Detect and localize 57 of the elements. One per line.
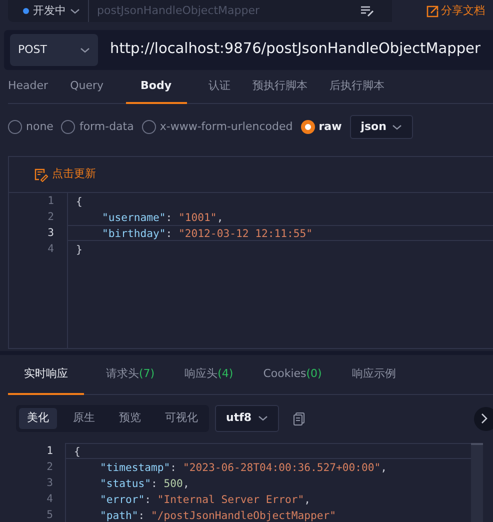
- view-mode-option[interactable]: 可视化: [157, 408, 206, 429]
- chevron-down-icon: [392, 124, 402, 130]
- code-line: {: [75, 195, 84, 209]
- url-field[interactable]: http://localhost:9876/postJsonHandleObjectMapper: [110, 39, 480, 61]
- encoding-select[interactable]: utf8: [215, 405, 279, 432]
- code-line: {: [66, 443, 471, 459]
- update-button[interactable]: 点击更新: [34, 166, 96, 183]
- method-select[interactable]: POST: [10, 34, 98, 66]
- format-select[interactable]: json: [350, 115, 414, 139]
- line-number: 4: [46, 242, 54, 257]
- code-line: "timestamp": "2023-06-28T04:00:36.527+00:00",: [99, 461, 388, 475]
- environment-select[interactable]: 开发中: [8, 0, 89, 22]
- request-tab[interactable]: 后执行脚本: [330, 70, 384, 104]
- view-mode-option[interactable]: 原生: [65, 408, 103, 429]
- name-field[interactable]: postJsonHandleObjectMapper: [89, 0, 354, 22]
- edit-document-icon: [34, 168, 48, 182]
- body-type-radio[interactable]: raw: [300, 118, 342, 136]
- code-line: }: [75, 243, 84, 257]
- response-tab[interactable]: 响应示例: [344, 355, 404, 395]
- request-tab[interactable]: Header: [8, 70, 48, 104]
- code-line: "path": "/postJsonHandleObjectMapper": [99, 509, 338, 522]
- line-number: 4: [46, 492, 53, 507]
- line-number: 1: [46, 194, 54, 209]
- request-tab[interactable]: Query: [70, 70, 104, 104]
- response-tab[interactable]: 实时响应: [8, 355, 84, 395]
- chevron-down-icon: [258, 415, 268, 422]
- line-number: 1: [46, 444, 53, 459]
- code-line: "username": "1001",: [101, 211, 224, 225]
- response-tab[interactable]: 请求头(7): [98, 355, 163, 395]
- chevron-down-icon: [70, 8, 80, 14]
- code-line: "status": 500,: [99, 477, 190, 491]
- edit-button[interactable]: [354, 0, 392, 22]
- view-mode-option[interactable]: 美化: [19, 408, 57, 429]
- body-type-radio[interactable]: form-data: [61, 118, 134, 136]
- line-number: 5: [46, 508, 53, 522]
- code-line: "birthday": "2012-03-12 12:11:55": [68, 225, 493, 241]
- code-line: "error": "Internal Server Error",: [99, 493, 312, 507]
- expand-button[interactable]: [474, 406, 493, 430]
- response-tab[interactable]: Cookies(0): [255, 355, 330, 395]
- chevron-down-icon: [80, 46, 90, 54]
- share-link[interactable]: 分享文档: [426, 2, 485, 20]
- view-mode-option[interactable]: 预览: [111, 408, 149, 429]
- line-number: 2: [46, 460, 53, 475]
- scrollbar[interactable]: [471, 443, 483, 522]
- request-tab[interactable]: 认证: [208, 70, 230, 104]
- request-tab[interactable]: 预执行脚本: [252, 70, 308, 104]
- response-tab[interactable]: 响应头(4): [176, 355, 242, 395]
- request-tab[interactable]: Body: [126, 70, 186, 104]
- line-number: 3: [46, 226, 54, 241]
- body-type-radio[interactable]: none: [8, 118, 54, 136]
- edit-icon: [360, 5, 374, 17]
- chevron-right-icon: [481, 413, 488, 424]
- line-number: 3: [46, 476, 53, 491]
- line-number: 2: [46, 210, 54, 225]
- status-dot: [23, 8, 29, 14]
- body-type-radio[interactable]: x-www-form-urlencoded: [142, 118, 293, 136]
- share-icon: [426, 4, 439, 18]
